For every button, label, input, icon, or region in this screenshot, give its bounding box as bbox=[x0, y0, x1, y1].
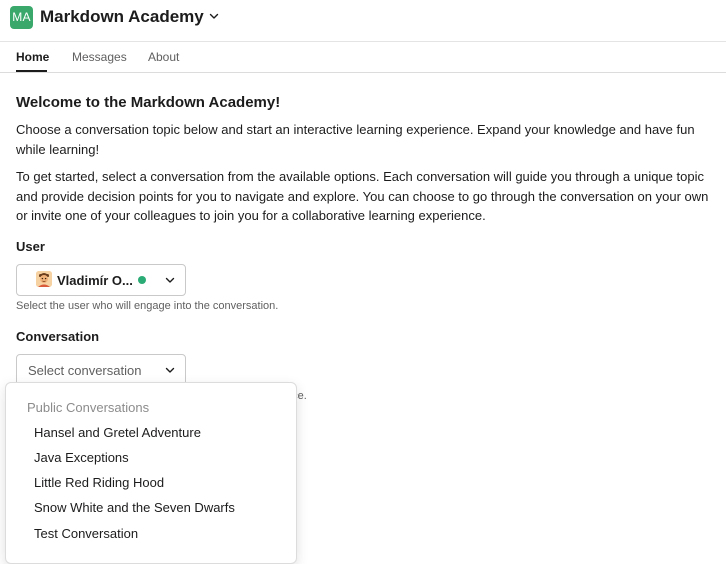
conversation-dropdown-menu: Public Conversations Hansel and Gretel A… bbox=[5, 382, 297, 564]
app-logo: MA bbox=[10, 6, 33, 29]
tab-messages[interactable]: Messages bbox=[72, 50, 127, 64]
option-java-exceptions[interactable]: Java Exceptions bbox=[34, 450, 129, 465]
user-label: User bbox=[16, 239, 45, 254]
tab-bar: Home Messages About bbox=[0, 42, 726, 73]
user-avatar-icon bbox=[36, 271, 52, 287]
app-title[interactable]: Markdown Academy bbox=[40, 7, 204, 27]
selected-user-name: Vladimír O... bbox=[57, 273, 133, 288]
conversation-label: Conversation bbox=[16, 329, 100, 344]
active-tab-indicator bbox=[16, 70, 47, 72]
instructions-text: To get started, select a conversation fr… bbox=[16, 169, 709, 223]
presence-indicator bbox=[138, 276, 146, 284]
user-hint: Select the user who will engage into the… bbox=[16, 300, 279, 312]
page-title: Welcome to the Markdown Academy! bbox=[16, 94, 281, 111]
option-test-conversation[interactable]: Test Conversation bbox=[34, 526, 138, 541]
app-header: MA Markdown Academy bbox=[0, 0, 726, 42]
intro-text: Choose a conversation topic below and st… bbox=[16, 122, 695, 157]
tab-home[interactable]: Home bbox=[16, 50, 49, 64]
option-hansel-and-gretel[interactable]: Hansel and Gretel Adventure bbox=[34, 425, 201, 440]
user-select[interactable]: Vladimír O... bbox=[16, 264, 186, 296]
chevron-down-icon[interactable] bbox=[208, 10, 220, 22]
chevron-down-icon bbox=[165, 367, 175, 373]
option-group-label: Public Conversations bbox=[27, 400, 150, 415]
conversation-placeholder: Select conversation bbox=[28, 363, 142, 378]
option-snow-white[interactable]: Snow White and the Seven Dwarfs bbox=[34, 500, 235, 515]
option-little-red-riding-hood[interactable]: Little Red Riding Hood bbox=[34, 475, 164, 490]
tab-about[interactable]: About bbox=[148, 50, 179, 64]
chevron-down-icon bbox=[165, 277, 175, 283]
avatar bbox=[36, 271, 52, 287]
